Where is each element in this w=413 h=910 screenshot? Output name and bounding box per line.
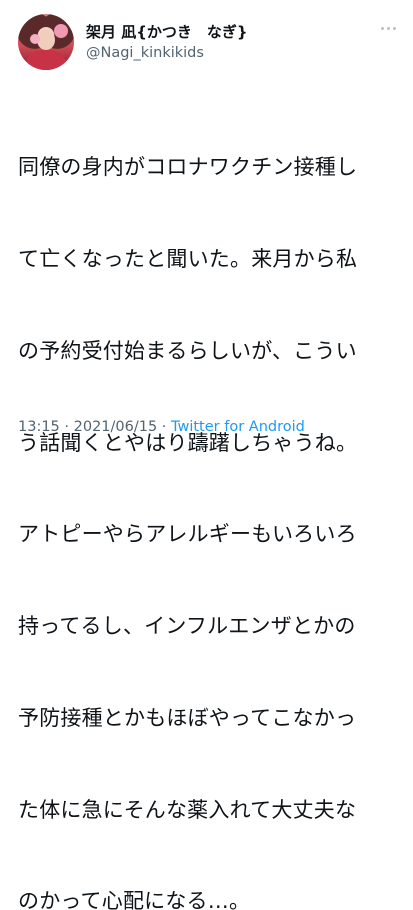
tweet-source-link[interactable]: Twitter for Android bbox=[171, 419, 305, 435]
tweet-line: 予防接種とかもほぼやってこなかっ bbox=[18, 705, 357, 730]
avatar-robe bbox=[26, 50, 66, 70]
avatar-flower bbox=[54, 24, 68, 38]
dot bbox=[393, 26, 396, 30]
tweet-line: 同僚の身内がコロナワクチン接種し bbox=[18, 155, 358, 180]
tweet-line: た体に急にそんな薬入れて大丈夫な bbox=[18, 797, 357, 822]
author-display-name[interactable]: 架月 凪{かつき なぎ} bbox=[86, 21, 248, 42]
tweet-meta: 13:15 · 2021/06/15 · Twitter for Android bbox=[18, 419, 305, 435]
tweet-line: 持ってるし、インフルエンザとかの bbox=[18, 614, 356, 639]
tweet-text: 同僚の身内がコロナワクチン接種し て亡くなったと聞いた。来月から私 の予約受付始… bbox=[18, 91, 410, 910]
more-options-icon[interactable] bbox=[381, 20, 403, 36]
tweet-line: の予約受付始まるらしいが、こうい bbox=[18, 338, 357, 363]
avatar-face bbox=[37, 30, 55, 50]
dot bbox=[381, 26, 384, 30]
avatar[interactable] bbox=[18, 14, 74, 70]
meta-separator: · bbox=[59, 419, 74, 435]
tweet-time[interactable]: 13:15 bbox=[18, 419, 60, 435]
tweet-line: のかって心配になる…。 bbox=[18, 889, 251, 910]
tweet-line: アトピーやらアレルギーもいろいろ bbox=[18, 522, 357, 547]
dot bbox=[387, 26, 390, 30]
tweet-date[interactable]: 2021/06/15 bbox=[74, 419, 158, 435]
tweet-line: て亡くなったと聞いた。来月から私 bbox=[18, 246, 358, 271]
author-handle[interactable]: @Nagi_kinkikids bbox=[86, 45, 204, 61]
meta-separator: · bbox=[157, 419, 172, 435]
